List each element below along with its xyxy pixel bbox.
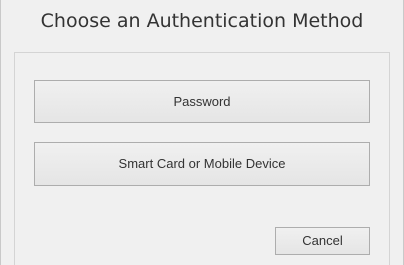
password-button[interactable]: Password [34,80,370,123]
cancel-button[interactable]: Cancel [275,227,370,255]
dialog-title: Choose an Authentication Method [40,10,364,32]
dialog-titlebar: Choose an Authentication Method [1,0,403,50]
smart-card-button[interactable]: Smart Card or Mobile Device [34,142,370,186]
authentication-method-dialog: Choose an Authentication Method Password… [0,0,404,265]
dialog-content: Password Smart Card or Mobile Device Can… [14,52,390,265]
